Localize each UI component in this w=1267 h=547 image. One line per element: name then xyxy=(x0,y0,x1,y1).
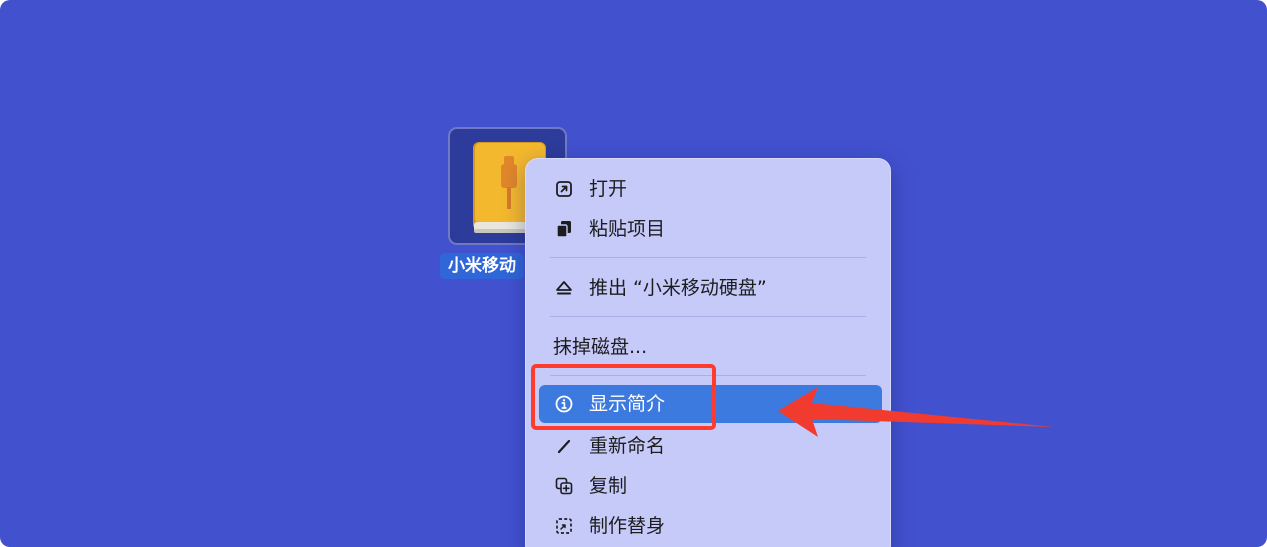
menu-item-label: 复制 xyxy=(589,475,628,497)
menu-item-duplicate[interactable]: 复制 xyxy=(539,467,882,505)
paste-documents-icon xyxy=(556,221,571,238)
menu-item-label: 抹掉磁盘... xyxy=(553,336,648,358)
menu-item-label: 打开 xyxy=(589,178,628,200)
menu-item-make-alias[interactable]: 制作替身 xyxy=(539,507,882,545)
menu-item-eject[interactable]: 推出 “小米移动硬盘” xyxy=(539,269,882,307)
menu-separator xyxy=(550,316,866,317)
alias-icon xyxy=(556,518,572,534)
menu-item-label: 推出 “小米移动硬盘” xyxy=(589,277,767,299)
drive-name-label[interactable]: 小米移动 xyxy=(440,253,524,279)
desktop: 小米移动 打开 粘贴项目 推出 “小米移动硬盘” 抹掉磁盘... 显示简介 重新… xyxy=(0,0,1267,547)
menu-separator xyxy=(550,257,866,258)
context-menu: 打开 粘贴项目 推出 “小米移动硬盘” 抹掉磁盘... 显示简介 重新命名 复制… xyxy=(525,158,891,547)
open-arrow-icon xyxy=(556,181,572,197)
menu-item-paste[interactable]: 粘贴项目 xyxy=(539,210,882,248)
menu-item-open[interactable]: 打开 xyxy=(539,170,882,208)
annotation-highlight-box xyxy=(531,364,716,430)
annotation-arrow xyxy=(778,387,1054,437)
menu-item-erase-disk[interactable]: 抹掉磁盘... xyxy=(539,328,882,366)
menu-item-label: 制作替身 xyxy=(589,515,666,537)
menu-item-label: 重新命名 xyxy=(589,435,666,457)
pencil-icon xyxy=(557,439,571,454)
duplicate-icon xyxy=(555,477,573,495)
eject-icon xyxy=(556,281,572,295)
menu-item-label: 粘贴项目 xyxy=(589,218,666,240)
